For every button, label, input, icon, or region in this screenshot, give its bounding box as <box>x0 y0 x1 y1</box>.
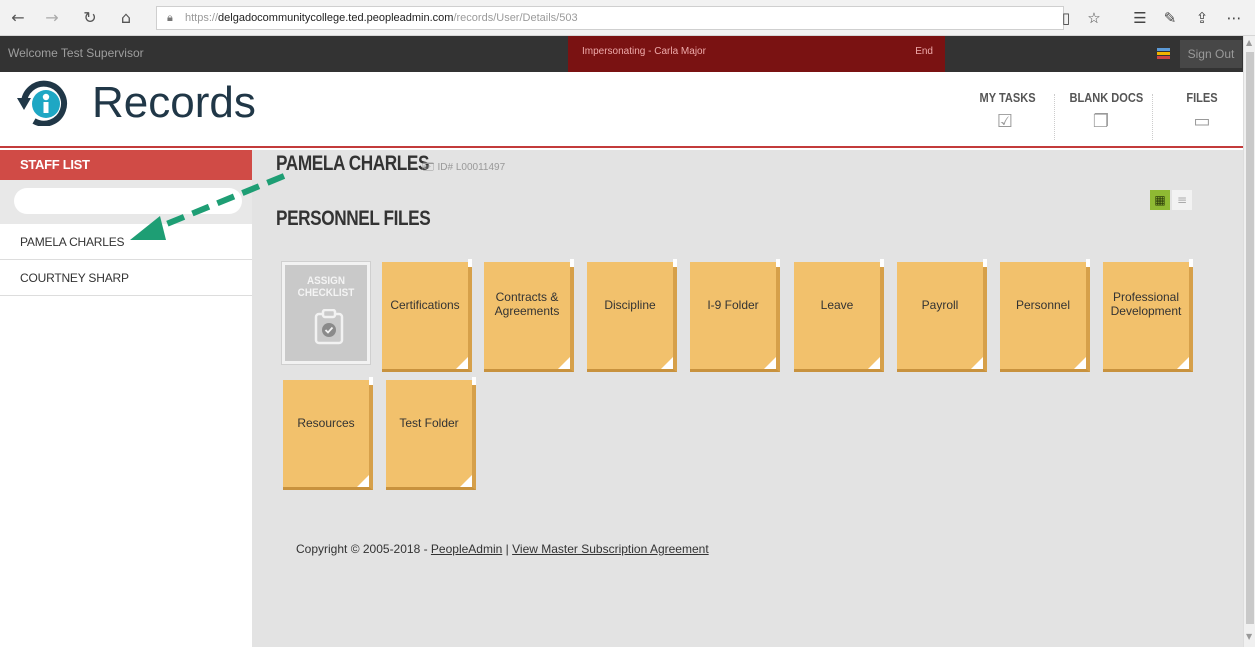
assign-label-line1: ASSIGN <box>307 275 345 287</box>
folder-label: Personnel <box>1015 298 1071 312</box>
assign-checklist-label: ASSIGN CHECKLIST <box>289 275 363 299</box>
menu-bar-3 <box>1157 56 1170 59</box>
url-host: delgadocommunitycollege.ted.peopleadmin.… <box>218 12 454 24</box>
records-logo[interactable]: Records <box>16 78 256 130</box>
nav-files-label: FILES <box>1186 90 1218 105</box>
favorites-list-icon[interactable]: ☰ <box>1130 8 1150 28</box>
app-header: Records MY TASKS ☑ BLANK DOCS ❐ FILES ▭ <box>0 72 1243 148</box>
footer: Copyright © 2005-2018 - PeopleAdmin | Vi… <box>296 542 709 556</box>
lock-icon: 🔒︎ <box>167 11 173 24</box>
more-icon[interactable]: ⋯ <box>1224 8 1244 28</box>
nav-my-tasks[interactable]: MY TASKS ☑ <box>975 90 1036 132</box>
subscription-agreement-link[interactable]: View Master Subscription Agreement <box>512 542 709 556</box>
folder-label: Resources <box>297 416 355 430</box>
reading-view-icon[interactable]: ▯ <box>1056 8 1076 28</box>
nav-divider <box>1054 94 1055 140</box>
logo-text: Records <box>92 78 256 127</box>
assign-label-line2: CHECKLIST <box>297 287 355 299</box>
task-checkbox-icon: ☑ <box>996 111 1014 132</box>
folder-label: Payroll <box>921 298 959 312</box>
url-prefix: https:// <box>185 12 219 24</box>
pen-icon[interactable]: ✎ <box>1160 8 1180 28</box>
peopleadmin-link[interactable]: PeopleAdmin <box>431 542 502 556</box>
url-path: /records/User/Details/503 <box>453 12 578 24</box>
employee-id: 🪪︎ ID# L00011497 <box>422 162 505 173</box>
address-bar[interactable]: 🔒︎ https://delgadocommunitycollege.ted.p… <box>156 6 1064 30</box>
app-topbar: Welcome Test Supervisor Impersonating - … <box>0 36 1243 72</box>
folder-resources[interactable]: Resources <box>283 377 373 490</box>
footer-separator: | <box>502 542 513 556</box>
share-icon[interactable]: ⇪ <box>1192 8 1212 28</box>
nav-blank-docs-label: BLANK DOCS <box>1069 90 1144 105</box>
list-view-icon[interactable]: ≡ <box>1172 190 1192 210</box>
forward-icon[interactable]: → <box>42 8 62 28</box>
copyright-text: Copyright © 2005-2018 - <box>296 542 431 556</box>
nav-divider <box>1152 94 1153 140</box>
welcome-text: Welcome Test Supervisor <box>8 46 144 60</box>
employee-name: PAMELA CHARLES <box>276 152 430 175</box>
id-card-icon: 🪪︎ <box>422 162 438 173</box>
clipboard-check-icon <box>314 309 344 345</box>
staff-list-title: STAFF LIST <box>0 150 252 180</box>
folder-i9[interactable]: I-9 Folder <box>690 259 780 372</box>
url-text: https://delgadocommunitycollege.ted.peop… <box>185 12 578 24</box>
staff-item-courtney-sharp[interactable]: COURTNEY SHARP <box>0 260 252 296</box>
documents-icon: ❐ <box>1092 111 1110 132</box>
scroll-up-icon[interactable]: ▲ <box>1246 38 1252 47</box>
folder-label: Professional Development <box>1110 290 1182 318</box>
nav-blank-docs[interactable]: BLANK DOCS ❐ <box>1064 90 1144 132</box>
scroll-down-icon[interactable]: ▼ <box>1246 632 1252 641</box>
folder-label: I-9 Folder <box>707 298 759 312</box>
menu-icon[interactable] <box>1157 48 1170 59</box>
end-impersonation-link[interactable]: End <box>915 46 933 57</box>
favorite-star-icon[interactable]: ☆ <box>1084 8 1104 28</box>
inbox-icon: ▭ <box>1193 111 1211 132</box>
staff-search-input[interactable] <box>14 188 242 214</box>
folder-certifications[interactable]: Certifications <box>382 259 472 372</box>
view-toggle: ▦ ≡ <box>1150 190 1194 210</box>
grid-view-icon[interactable]: ▦ <box>1150 190 1170 210</box>
menu-bar-1 <box>1157 48 1170 51</box>
nav-my-tasks-label: MY TASKS <box>979 90 1036 105</box>
impersonating-text: Impersonating - Carla Major <box>582 46 706 57</box>
back-icon[interactable]: ← <box>8 8 28 28</box>
scroll-thumb[interactable] <box>1246 52 1254 624</box>
assign-checklist-tile[interactable]: ASSIGN CHECKLIST <box>281 261 371 365</box>
home-icon[interactable]: ⌂ <box>116 8 136 28</box>
section-title: PERSONNEL FILES <box>276 207 431 230</box>
sign-out-button[interactable]: Sign Out <box>1180 40 1242 68</box>
folder-contracts-agreements[interactable]: Contracts & Agreements <box>484 259 574 372</box>
folder-personnel[interactable]: Personnel <box>1000 259 1090 372</box>
folder-discipline[interactable]: Discipline <box>587 259 677 372</box>
main-content: PAMELA CHARLES 🪪︎ ID# L00011497 PERSONNE… <box>252 150 1243 647</box>
folder-label: Leave <box>820 298 854 312</box>
staff-search-area <box>0 180 252 224</box>
impersonation-banner: Impersonating - Carla Major End <box>568 36 945 72</box>
employee-id-text: ID# L00011497 <box>437 162 506 173</box>
folder-payroll[interactable]: Payroll <box>897 259 987 372</box>
refresh-icon[interactable]: ↻ <box>80 8 100 28</box>
records-logo-icon <box>17 80 67 126</box>
folder-leave[interactable]: Leave <box>794 259 884 372</box>
folder-label: Certifications <box>390 298 460 312</box>
menu-bar-2 <box>1157 52 1170 55</box>
folder-professional-development[interactable]: Professional Development <box>1103 259 1193 372</box>
folder-label: Contracts & Agreements <box>494 290 560 318</box>
browser-toolbar: ← → ↻ ⌂ 🔒︎ https://delgadocommunitycolle… <box>0 0 1255 36</box>
page-scrollbar[interactable]: ▲ ▼ <box>1243 36 1255 647</box>
folder-label: Test Folder <box>399 416 459 430</box>
nav-files[interactable]: FILES ▭ <box>1172 90 1232 132</box>
staff-item-pamela-charles[interactable]: PAMELA CHARLES <box>0 224 252 260</box>
staff-sidebar: STAFF LIST PAMELA CHARLES COURTNEY SHARP <box>0 150 252 647</box>
folder-test-folder[interactable]: Test Folder <box>386 377 476 490</box>
folder-label: Discipline <box>604 298 656 312</box>
